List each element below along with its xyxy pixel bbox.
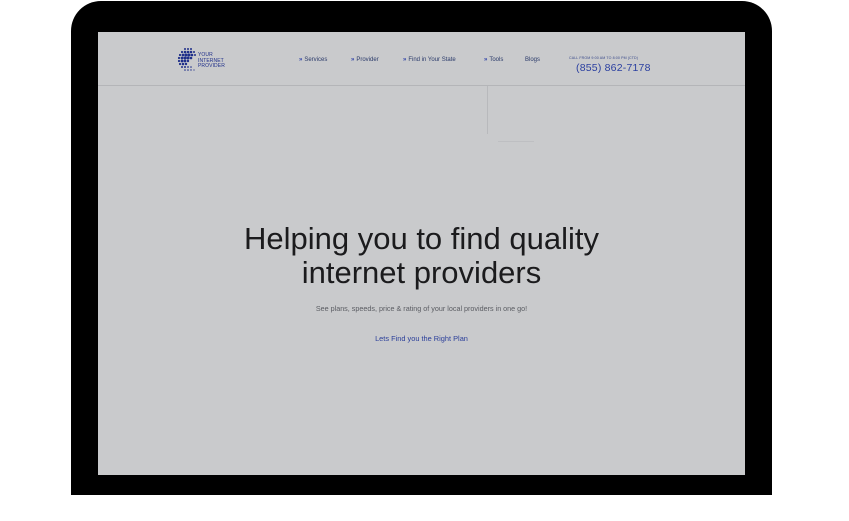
- nav-item-label: Provider: [356, 57, 379, 63]
- phone-number-link[interactable]: (855) 862-7178: [576, 62, 651, 74]
- nav-item-find-in-your-state[interactable]: » Find in Your State: [403, 57, 456, 63]
- hero-headline-line: Helping you to find quality: [243, 221, 599, 256]
- hero-headline-line: internet providers: [301, 255, 542, 290]
- nav-item-services[interactable]: » Services: [299, 57, 327, 63]
- nav-item-tools[interactable]: » Tools: [484, 57, 503, 63]
- call-hours-caption: CALL FROM 9:00 AM TO 8:00 PM (CTD): [569, 56, 639, 60]
- globe-icon: [177, 48, 196, 71]
- hero-headline: Helping you to find quality internet pro…: [98, 222, 745, 290]
- nav-item-label: Tools: [489, 57, 504, 63]
- brand-logo[interactable]: YOUR INTERNET PROVIDER: [177, 47, 229, 75]
- nav-item-label: Services: [304, 57, 328, 63]
- nav-item-label: Blogs: [525, 57, 541, 63]
- double-chevron-icon: »: [299, 57, 303, 63]
- double-chevron-icon: »: [351, 57, 355, 63]
- double-chevron-icon: »: [484, 57, 488, 63]
- horizontal-divider: [498, 141, 534, 142]
- vertical-divider: [487, 86, 488, 134]
- brand-word: PROVIDER: [198, 63, 225, 69]
- hero-subtitle: See plans, speeds, price & rating of you…: [315, 304, 528, 313]
- find-plan-link[interactable]: Lets Find you the Right Plan: [98, 334, 745, 343]
- browser-viewport: YOUR INTERNET PROVIDER » Services » Provid…: [98, 32, 745, 475]
- nav-item-blogs[interactable]: Blogs: [525, 57, 540, 63]
- site-header: YOUR INTERNET PROVIDER » Services » Provid…: [98, 32, 745, 86]
- brand-wordmark: YOUR INTERNET PROVIDER: [198, 52, 225, 70]
- nav-item-label: Find in Your State: [408, 57, 456, 63]
- double-chevron-icon: »: [403, 57, 407, 63]
- nav-item-provider[interactable]: » Provider: [351, 57, 379, 63]
